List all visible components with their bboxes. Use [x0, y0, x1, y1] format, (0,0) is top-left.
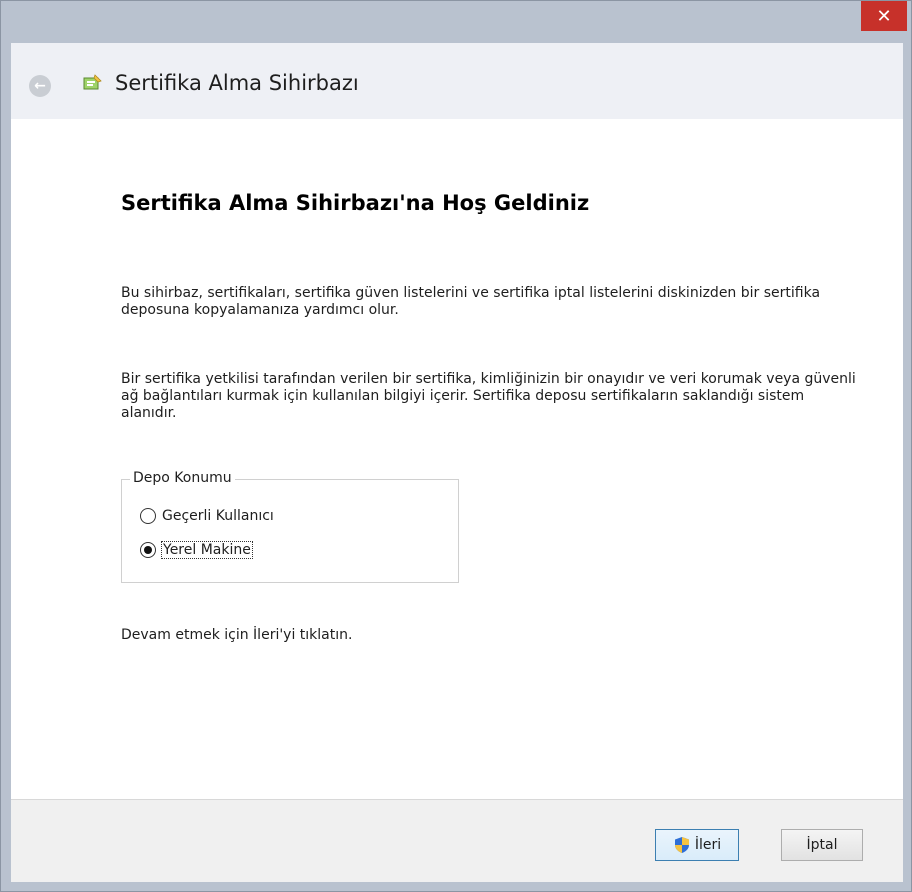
radio-label-local-machine[interactable]: Yerel Makine — [161, 541, 253, 559]
back-arrow-icon: ← — [34, 78, 46, 94]
close-button[interactable]: ✕ — [861, 1, 907, 31]
store-location-label: Depo Konumu — [130, 470, 235, 486]
intro-paragraph: Bu sihirbaz, sertifikaları, sertifika gü… — [121, 285, 821, 318]
wizard-footer: İleri İptal — [11, 799, 903, 882]
continue-hint: Devam etmek için İleri'yi tıklatın. — [121, 627, 353, 643]
cancel-button-label: İptal — [806, 837, 838, 853]
radio-local-machine[interactable]: Yerel Makine — [140, 541, 253, 559]
radio-current-user[interactable]: Geçerli Kullanıcı — [140, 508, 274, 524]
next-button-label: İleri — [694, 837, 722, 853]
uac-shield-icon — [674, 837, 689, 853]
wizard-window: ✕ ← Sertifika Alma Sihirbazı Sertifika A… — [0, 0, 912, 892]
radio-button-local-machine[interactable] — [140, 542, 156, 558]
back-button[interactable]: ← — [29, 75, 51, 97]
radio-label-current-user[interactable]: Geçerli Kullanıcı — [162, 508, 274, 524]
next-button[interactable]: İleri — [655, 829, 739, 861]
wizard-title: Sertifika Alma Sihirbazı — [115, 71, 359, 95]
page-title: Sertifika Alma Sihirbazı'na Hoş Geldiniz — [121, 191, 590, 215]
description-paragraph: Bir sertifika yetkilisi tarafından veril… — [121, 371, 856, 421]
cancel-button[interactable]: İptal — [781, 829, 863, 861]
title-bar: ✕ — [1, 1, 911, 41]
certificate-wizard-icon — [83, 74, 102, 90]
store-location-group: Depo Konumu Geçerli Kullanıcı Yerel Maki… — [121, 470, 459, 583]
radio-button-current-user[interactable] — [140, 508, 156, 524]
wizard-content: ← Sertifika Alma Sihirbazı Sertifika Alm… — [11, 43, 903, 882]
wizard-header: ← Sertifika Alma Sihirbazı — [11, 43, 903, 119]
